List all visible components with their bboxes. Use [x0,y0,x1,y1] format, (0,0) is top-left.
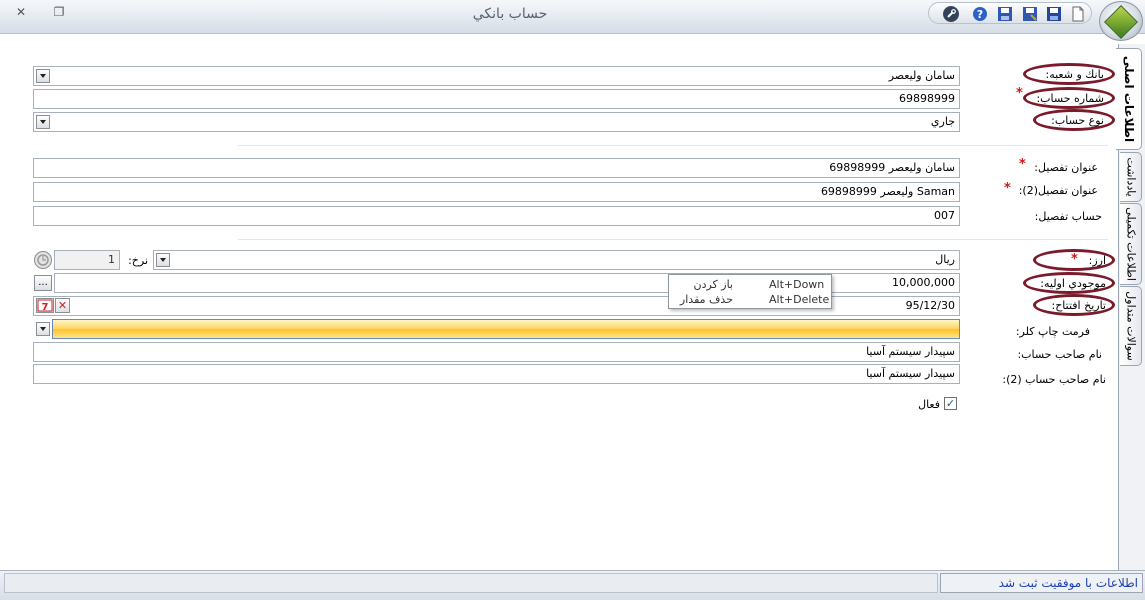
tab-extra-info[interactable]: اطلاعات تکمیلی [1120,203,1142,285]
check-print-format-label: فرمت چاپ كلر: [1015,325,1090,338]
opening-balance-label: موجودي اوليه: [1040,277,1106,290]
currency-select[interactable]: ريال [153,250,960,270]
currency-label: ارز: [1088,254,1106,267]
new-document-icon[interactable] [1070,6,1086,22]
chevron-down-icon[interactable] [36,322,50,336]
tab-notes[interactable]: یادداشت [1120,152,1142,202]
tooltip-row: Alt+Delete حذف مقدار [669,293,831,307]
tab-label: سوالات متداول [1124,291,1137,361]
check-print-format-select[interactable] [52,319,960,339]
account-holder-field[interactable]: سپيدار سيستم آسيا [33,342,960,362]
detail-title2-field[interactable]: Saman وليعصر 69898999 [33,182,960,202]
detail-account-label: حساب تفصيل: [1034,210,1102,223]
account-type-label: نوع حساب: [1051,114,1104,127]
account-number-label: شماره حساب: [1036,92,1104,105]
rate-label: نرخ: [128,254,148,267]
opening-date-label: تاريخ افتتاح: [1051,299,1107,312]
tab-faq[interactable]: سوالات متداول [1120,286,1142,366]
title-bar: ✕ ❐ حساب بانکي ? [0,0,1145,41]
svg-text:7: 7 [42,302,49,312]
calculator-icon [34,251,52,269]
clear-icon[interactable]: ✕ [55,298,70,313]
account-holder2-label: نام صاحب حساب (2): [1002,373,1106,386]
tab-label: اطلاعات اصلی [1121,55,1136,143]
rate-field: 1 [54,250,120,270]
calendar-icon[interactable]: 7 [36,298,54,313]
save-as-icon[interactable] [1022,6,1038,22]
tooltip-shortcut: Alt+Down [769,278,825,291]
chevron-down-icon[interactable] [36,69,50,83]
required-mark: * [1071,252,1078,267]
bank-branch-label: بانك و شعبه: [1045,68,1105,81]
save-close-icon[interactable] [1046,6,1062,22]
bank-branch-field[interactable]: سامان وليعصر [33,66,960,86]
divider [238,145,1108,146]
account-number-field[interactable]: 69898999 [33,89,960,109]
shortcut-tooltip: Alt+Down باز كردن Alt+Delete حذف مقدار [668,274,832,309]
chevron-down-icon[interactable] [156,253,170,267]
active-label: فعال [918,398,940,411]
restore-icon[interactable]: ❐ [50,4,68,20]
tab-main-info[interactable]: اطلاعات اصلی [1116,48,1142,150]
svg-text:?: ? [977,8,983,21]
chevron-down-icon[interactable] [36,115,50,129]
more-button[interactable]: ... [34,275,52,291]
detail-title-field[interactable]: سامان وليعصر 69898999 [33,158,960,178]
help-icon[interactable]: ? [972,6,988,22]
detail-title2-label: عنوان تفصيل(2): [1018,184,1098,197]
tooltip-action: حذف مقدار [679,293,733,306]
tooltip-row: Alt+Down باز كردن [669,278,831,292]
account-holder2-field[interactable]: سپيدار سيستم آسيا [33,364,960,384]
divider [238,239,1108,240]
save-icon[interactable] [997,6,1013,22]
active-checkbox[interactable]: ✓ [944,397,957,410]
required-mark: * [1016,86,1023,101]
logo-icon [1104,5,1138,39]
app-menu-orb[interactable] [1099,1,1143,41]
account-holder-label: نام صاحب حساب: [1017,348,1102,361]
account-type-select[interactable]: جاري [33,112,960,132]
quick-access-toolbar: ? [928,2,1092,24]
status-panel [4,573,938,593]
tab-label: اطلاعات تکمیلی [1124,207,1137,281]
wrench-icon[interactable] [943,6,959,22]
tooltip-action: باز كردن [693,278,733,291]
detail-title-label: عنوان تفصيل: [1034,161,1098,174]
close-icon[interactable]: ✕ [12,4,30,20]
status-message: اطلاعات با موفقيت ثبت شد [940,573,1143,593]
window-title: حساب بانکي [472,6,548,22]
status-bar: اطلاعات با موفقيت ثبت شد [0,570,1145,600]
detail-account-field[interactable]: 007 [33,206,960,226]
tab-label: یادداشت [1124,157,1137,197]
tooltip-shortcut: Alt+Delete [769,293,830,306]
